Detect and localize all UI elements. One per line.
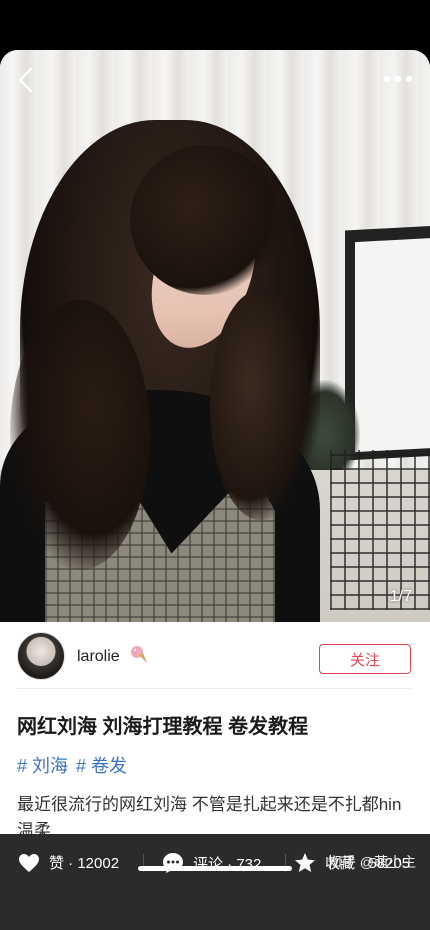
divider — [17, 688, 411, 689]
tag-bangs[interactable]: # 刘海 — [17, 752, 68, 778]
author-username[interactable]: larolie — [77, 648, 120, 666]
like-label: 赞 · 12002 — [49, 855, 120, 872]
action-bar: 赞 · 12002 评论 · 732 收藏 · 58205 — [0, 834, 430, 930]
ice-cream-icon — [131, 646, 147, 663]
post-sheet: 1/7 larolie 关注 网红刘海 刘海打理教程 卷发教程 # 刘海 # 卷… — [0, 50, 430, 930]
like-button[interactable]: 赞 · 12002 — [18, 852, 119, 873]
photo-hair-right — [210, 290, 310, 520]
photo-basket-decor — [330, 450, 430, 610]
heart-icon — [19, 853, 39, 872]
follow-button[interactable]: 关注 — [319, 644, 411, 674]
more-button[interactable] — [380, 68, 416, 90]
watermark: 知乎 @萌小主 — [327, 854, 416, 870]
back-button[interactable] — [12, 64, 42, 96]
star-icon — [295, 853, 315, 872]
more-dots-icon — [384, 76, 412, 82]
author-row: larolie 关注 — [0, 622, 430, 690]
tag-list: # 刘海 # 卷发 — [17, 752, 127, 778]
avatar[interactable] — [17, 632, 65, 680]
photo-hair-left — [10, 300, 150, 570]
chevron-left-icon — [18, 67, 33, 93]
photo-frame-paper — [355, 237, 430, 453]
tag-curls[interactable]: # 卷发 — [76, 752, 127, 778]
post-title: 网红刘海 刘海打理教程 卷发教程 — [17, 716, 309, 738]
home-indicator[interactable] — [138, 866, 292, 871]
post-photo[interactable]: 1/7 — [0, 50, 430, 622]
page-counter: 1/7 — [389, 588, 412, 605]
photo-bangs — [130, 145, 280, 295]
